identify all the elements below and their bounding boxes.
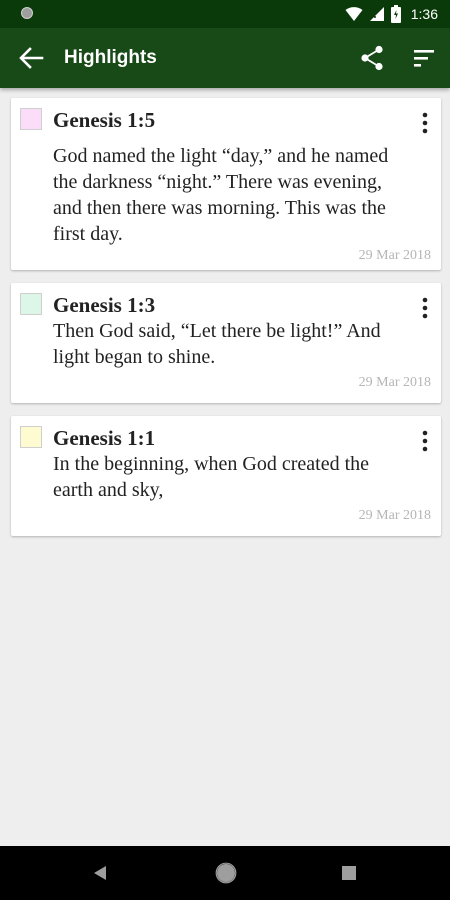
- share-icon[interactable]: [360, 45, 384, 71]
- verse-text: In the beginning, when God created the e…: [53, 453, 370, 501]
- verse-text: God named the light “day,” and he named …: [53, 145, 389, 245]
- highlight-color-swatch: [20, 293, 42, 315]
- page-title: Highlights: [64, 47, 157, 68]
- verse-text: Then God said, “Let there be light!” And…: [53, 320, 381, 368]
- notification-dot-icon: [21, 7, 33, 19]
- status-time: 1:36: [410, 6, 438, 22]
- status-icons: 1:36: [345, 4, 438, 24]
- more-vertical-icon[interactable]: [421, 297, 429, 319]
- nav-home-icon[interactable]: [215, 862, 237, 884]
- nav-recent-apps-icon[interactable]: [342, 866, 356, 880]
- system-nav-bar: [0, 846, 450, 900]
- verse-reference: Genesis 1:3: [53, 293, 156, 317]
- more-vertical-icon[interactable]: [421, 112, 429, 134]
- highlight-date: 29 Mar 2018: [358, 508, 431, 523]
- verse-reference: Genesis 1:1: [53, 426, 156, 450]
- signal-icon: [369, 7, 384, 21]
- app-bar: Highlights: [0, 28, 450, 88]
- highlight-card[interactable]: Genesis 1:5 God named the light “day,” a…: [11, 98, 441, 270]
- highlight-date: 29 Mar 2018: [358, 375, 431, 390]
- highlight-card[interactable]: Genesis 1:3 Then God said, “Let there be…: [11, 283, 441, 403]
- status-bar: 1:36: [0, 0, 450, 28]
- highlight-date: 29 Mar 2018: [358, 248, 431, 263]
- arrow-left-icon[interactable]: [18, 46, 44, 70]
- more-vertical-icon[interactable]: [421, 430, 429, 452]
- highlight-color-swatch: [20, 108, 42, 130]
- sort-icon[interactable]: [412, 47, 436, 69]
- highlight-color-swatch: [20, 426, 42, 448]
- highlight-card[interactable]: Genesis 1:1 In the beginning, when God c…: [11, 416, 441, 536]
- battery-icon: [390, 5, 401, 23]
- nav-back-icon[interactable]: [93, 865, 107, 881]
- verse-reference: Genesis 1:5: [53, 108, 156, 132]
- wifi-icon: [345, 7, 363, 21]
